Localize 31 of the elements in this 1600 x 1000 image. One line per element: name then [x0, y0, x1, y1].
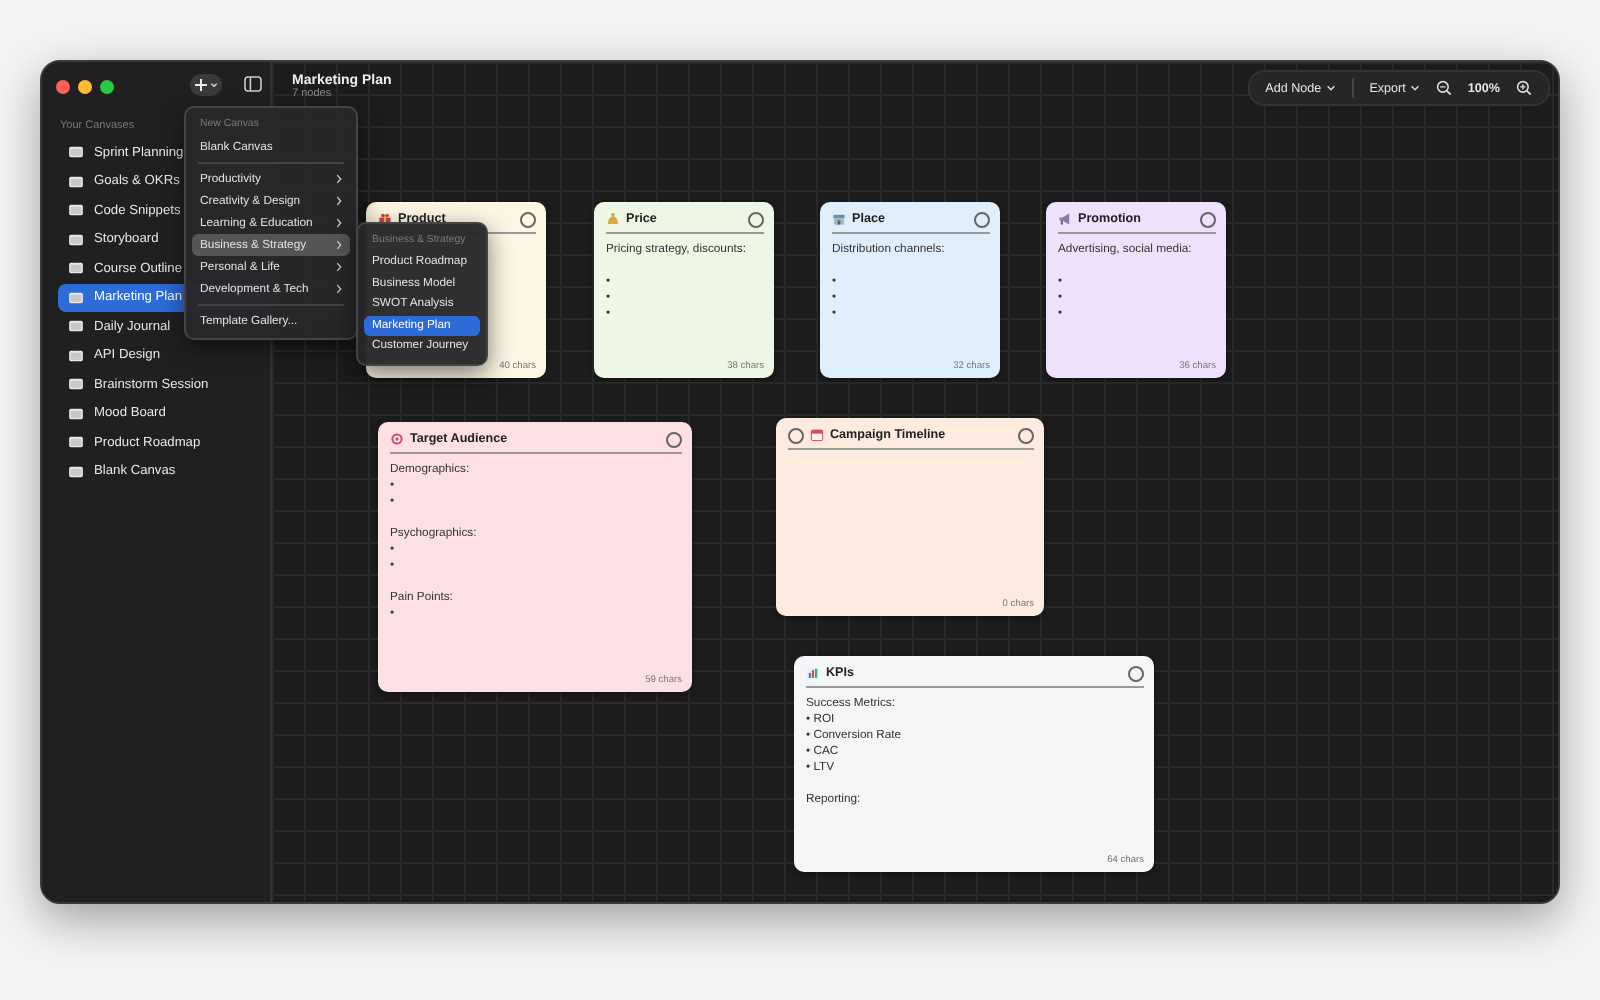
new-canvas-button[interactable]	[190, 74, 222, 96]
caret-icon	[1409, 84, 1420, 92]
chevron-icon	[336, 262, 342, 272]
chevron-icon	[336, 284, 342, 294]
sidebar-toggle-icon[interactable]	[244, 76, 262, 92]
minimize-button[interactable]	[78, 79, 92, 93]
chevron-icon	[336, 218, 342, 228]
connection-handle[interactable]	[666, 431, 682, 447]
caret-icon	[1325, 84, 1336, 92]
plus-icon	[194, 78, 208, 92]
money-bag-icon	[606, 212, 620, 226]
megaphone-icon	[1058, 212, 1072, 226]
bar-chart-icon	[806, 666, 820, 680]
caret-icon	[210, 82, 218, 88]
connection-handle[interactable]	[1018, 427, 1034, 443]
connection-handle[interactable]	[1200, 211, 1216, 227]
connection-handle[interactable]	[788, 427, 804, 443]
connection-handle[interactable]	[748, 211, 764, 227]
close-button[interactable]	[56, 79, 70, 93]
connection-handle[interactable]	[974, 211, 990, 227]
zoom-button[interactable]	[100, 79, 114, 93]
chevron-icon	[336, 174, 342, 184]
chevron-icon	[336, 240, 342, 250]
connection-handle[interactable]	[520, 211, 536, 227]
store-icon	[832, 212, 846, 226]
chevron-icon	[336, 196, 342, 206]
calendar-icon	[810, 428, 824, 442]
target-icon	[390, 432, 404, 446]
connection-handle[interactable]	[1128, 665, 1144, 681]
zoom-out-icon[interactable]	[1435, 80, 1452, 96]
zoom-in-icon[interactable]	[1516, 80, 1532, 96]
